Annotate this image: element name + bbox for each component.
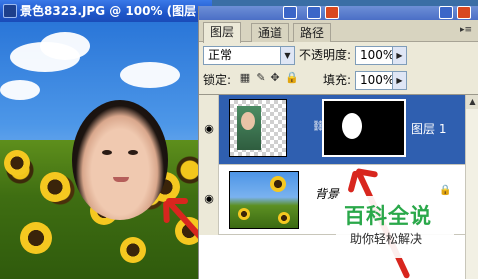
chevron-down-icon: ▼	[280, 47, 294, 64]
blend-mode-select[interactable]: 正常 ▼	[203, 46, 295, 65]
image-canvas[interactable]	[0, 22, 212, 279]
sunflower	[40, 172, 70, 202]
document-titlebar[interactable]: 景色8323.JPG @ 100% (图层 1	[0, 0, 212, 22]
eye-icon: ◉	[204, 192, 214, 205]
layer-thumbnail	[229, 99, 287, 157]
lock-icon[interactable]: 🔒	[285, 72, 299, 84]
mouth	[113, 177, 129, 182]
sunflower	[4, 150, 30, 176]
close-button[interactable]	[325, 6, 339, 19]
restore-button[interactable]	[283, 6, 297, 19]
panel-window-chrome	[199, 6, 478, 20]
tab-layers[interactable]: 图层	[203, 22, 242, 43]
layer-row-layer1[interactable]: ◉ ⛓ 图层 1	[199, 95, 465, 165]
cloud	[0, 80, 40, 100]
sunflower	[20, 222, 52, 254]
fill-input[interactable]: 100% ▶	[355, 71, 407, 90]
fill-value: 100%	[360, 73, 395, 87]
blend-mode-value: 正常	[208, 48, 233, 62]
watermark-title: 百科全说	[344, 204, 432, 228]
portrait-oval	[72, 100, 168, 220]
red-arrow-head	[163, 200, 170, 224]
layer-name: 图层 1	[411, 122, 447, 136]
move-icon[interactable]: ✥	[269, 72, 281, 84]
red-arrow-head	[166, 198, 188, 204]
visibility-toggle[interactable]: ◉	[199, 95, 219, 165]
opacity-input[interactable]: 100% ▶	[355, 46, 407, 65]
panel-close-button[interactable]	[457, 6, 471, 19]
panel-tabs: 图层 通道 路径 ▸≡	[199, 20, 478, 43]
watermark: 百科全说 助你轻松解决	[336, 196, 454, 258]
fill-label: 填充:	[323, 73, 352, 87]
opacity-label: 不透明度:	[299, 48, 352, 62]
photoshop-icon	[3, 4, 17, 18]
layer-mask-thumbnail[interactable]	[322, 99, 406, 157]
blend-row: 正常 ▼ 不透明度: 100% ▶	[199, 44, 478, 68]
chevron-right-icon[interactable]: ▶	[392, 47, 406, 64]
photoshop-workspace: 景色8323.JPG @ 100% (图层 1 图层 通道 路径 ▸≡ 正常 ▼…	[0, 0, 478, 279]
lock-label: 锁定:	[203, 73, 232, 87]
cloud	[120, 62, 180, 88]
thumbnail-sunflower	[278, 212, 290, 224]
layer-list-scrollbar[interactable]: ▲	[465, 95, 478, 279]
panel-minimize-button[interactable]	[439, 6, 453, 19]
mask-oval	[342, 113, 362, 139]
maximize-button[interactable]	[307, 6, 321, 19]
eye	[128, 150, 138, 155]
visibility-toggle[interactable]: ◉	[199, 165, 219, 235]
scroll-up-icon[interactable]: ▲	[466, 95, 478, 109]
eye-icon: ◉	[204, 122, 214, 135]
thumbnail-sunflower	[238, 208, 250, 220]
document-title: 景色8323.JPG @ 100% (图层 1	[20, 4, 209, 18]
document-window: 景色8323.JPG @ 100% (图层 1	[0, 0, 212, 279]
chevron-right-icon[interactable]: ▶	[392, 72, 406, 89]
lock-transparency-icon[interactable]: ▦	[239, 72, 251, 84]
brush-icon[interactable]: ✎	[255, 72, 267, 84]
lock-row: 锁定: ▦ ✎ ✥ 🔒 填充: 100% ▶	[199, 69, 478, 93]
lock-icon: 🔒	[439, 185, 452, 196]
opacity-value: 100%	[360, 48, 395, 62]
thumbnail-sunflower	[270, 176, 286, 192]
watermark-subtitle: 助你轻松解决	[350, 232, 423, 246]
eye	[102, 150, 112, 155]
panel-menu-icon[interactable]: ▸≡	[459, 24, 473, 36]
sunflower	[120, 237, 146, 263]
tab-paths[interactable]: 路径	[293, 23, 332, 42]
layer-thumbnail	[229, 171, 299, 229]
thumbnail-face	[241, 112, 255, 130]
cloud	[40, 32, 90, 60]
tab-channels[interactable]: 通道	[251, 23, 290, 42]
